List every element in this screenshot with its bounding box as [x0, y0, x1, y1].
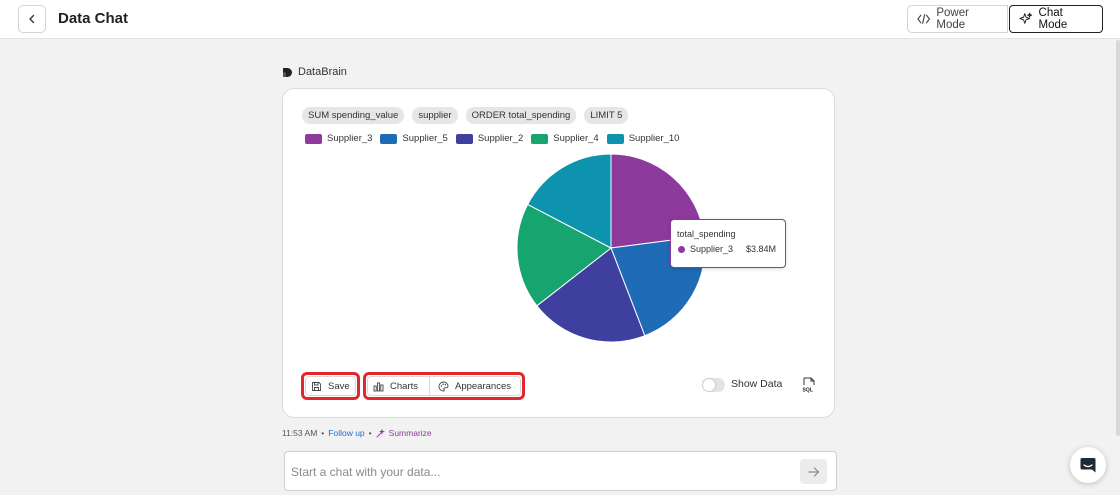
meta-separator: • — [368, 428, 372, 438]
tooltip-title: total_spending — [677, 229, 736, 239]
follow-up-link[interactable]: Follow up — [328, 428, 364, 438]
appearances-label: Appearances — [455, 380, 511, 392]
page-scrollbar[interactable] — [1116, 40, 1120, 436]
power-mode-button[interactable]: Power Mode — [907, 5, 1008, 33]
databrain-logo-icon — [283, 67, 292, 77]
tooltip-value: $3.84M — [746, 244, 777, 254]
message-timestamp: 11:53 AM — [282, 428, 318, 438]
chat-input[interactable] — [291, 462, 791, 482]
chat-mode-label: Chat Mode — [1038, 7, 1068, 31]
toggle-knob — [703, 379, 715, 391]
sparkle-icon — [1019, 12, 1033, 24]
chat-mode-button[interactable]: Chat Mode — [1009, 5, 1103, 33]
magic-wand-icon — [376, 428, 385, 437]
show-data-label: Show Data — [731, 378, 783, 390]
chart-message-card: SUM spending_value supplier ORDER total_… — [282, 88, 835, 418]
message-sender: DataBrain — [282, 66, 347, 78]
tooltip-series: Supplier_3 — [690, 244, 734, 254]
sql-file-icon[interactable]: SQL — [802, 377, 816, 393]
sender-name: DataBrain — [298, 66, 347, 78]
save-button[interactable]: Save — [305, 376, 356, 396]
send-button[interactable] — [800, 459, 827, 484]
chat-bubble-icon — [1080, 458, 1096, 473]
charts-label: Charts — [390, 380, 418, 392]
charts-button[interactable]: Charts — [367, 376, 430, 396]
top-bar: Data Chat Power Mode Chat Mode — [0, 0, 1120, 39]
code-icon — [917, 14, 931, 24]
mode-switcher: Power Mode Chat Mode — [907, 5, 1103, 33]
show-data-toggle[interactable] — [702, 378, 725, 392]
meta-separator: • — [321, 428, 325, 438]
chevron-left-icon — [29, 14, 35, 24]
palette-icon — [438, 381, 449, 391]
save-label: Save — [328, 380, 350, 392]
power-mode-label: Power Mode — [936, 7, 969, 31]
message-meta: 11:53 AM • Follow up • Summarize — [282, 428, 432, 438]
tooltip-dot — [678, 246, 685, 253]
arrow-right-icon — [807, 466, 819, 477]
save-icon — [312, 381, 321, 391]
chart-tooltip: total_spending Supplier_3 $3.84M — [670, 219, 786, 268]
back-button[interactable] — [18, 5, 46, 33]
summarize-link[interactable]: Summarize — [389, 428, 432, 438]
chat-input-box — [284, 451, 837, 491]
page-title: Data Chat — [58, 10, 129, 27]
appearances-button[interactable]: Appearances — [430, 376, 521, 396]
chat-support-button[interactable] — [1070, 447, 1106, 483]
svg-text:SQL: SQL — [803, 388, 813, 394]
bar-chart-icon — [373, 382, 384, 391]
